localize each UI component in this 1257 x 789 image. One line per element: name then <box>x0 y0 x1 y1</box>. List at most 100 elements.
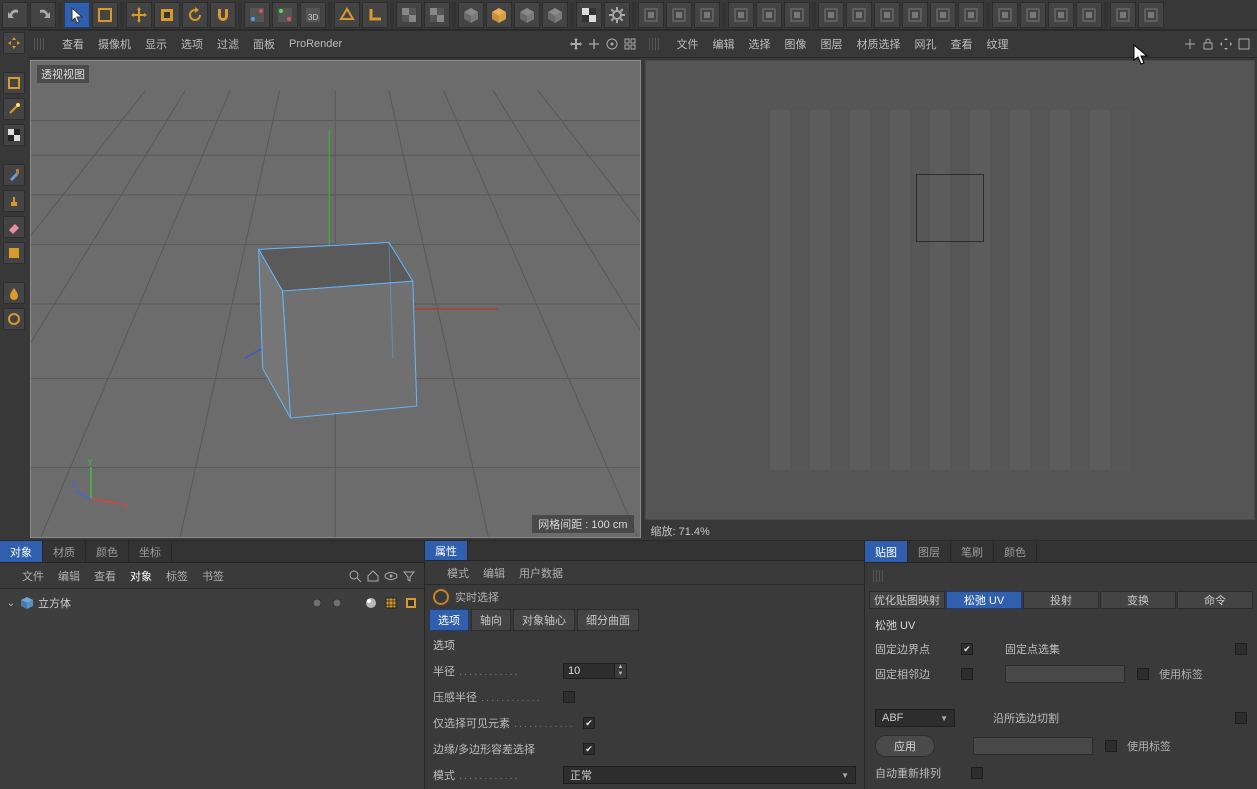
nav-layout-icon[interactable] <box>623 37 637 51</box>
tolerant-checkbox[interactable] <box>583 743 595 755</box>
vis-render-dot-icon[interactable] <box>330 596 344 610</box>
attr-tab-objaxis[interactable]: 对象轴心 <box>513 609 575 631</box>
uv-subtab-optimize[interactable]: 优化贴图映射 <box>869 591 945 609</box>
uv-tab-texture[interactable]: 贴图 <box>865 541 908 562</box>
obj-menu[interactable]: 编辑 <box>58 568 80 584</box>
home-icon[interactable] <box>366 569 380 583</box>
uv-tab-colors[interactable]: 颜色 <box>994 541 1037 562</box>
checker-button[interactable] <box>576 2 602 28</box>
sq4-button[interactable] <box>728 2 754 28</box>
viewport-3d[interactable]: 透视视图 <box>30 60 641 538</box>
wand-tool[interactable] <box>3 98 25 120</box>
cube-active-button[interactable] <box>486 2 512 28</box>
grid2-button[interactable] <box>1020 2 1046 28</box>
obj-menu[interactable]: 标签 <box>166 568 188 584</box>
plane-button[interactable] <box>334 2 360 28</box>
vis-editor-dot-icon[interactable] <box>310 596 324 610</box>
tree-row[interactable]: ⌄ 立方体 <box>6 593 418 613</box>
sq5-button[interactable] <box>756 2 782 28</box>
uv-subtab-project[interactable]: 投射 <box>1023 591 1099 609</box>
uv-lock-icon[interactable] <box>1201 37 1215 51</box>
warp3-button[interactable] <box>874 2 900 28</box>
uv-subtab-relax[interactable]: 松弛 UV <box>946 591 1022 609</box>
uv-menu[interactable]: 材质选择 <box>857 36 901 52</box>
eraser-tool[interactable] <box>3 216 25 238</box>
grid4-button[interactable] <box>1076 2 1102 28</box>
uv-menu[interactable]: 图层 <box>821 36 843 52</box>
add-node-tool[interactable] <box>3 32 25 54</box>
redo-button[interactable] <box>30 2 56 28</box>
attr-menu[interactable]: 模式 <box>447 565 469 581</box>
sq2-button[interactable] <box>666 2 692 28</box>
vp-menu[interactable]: 过滤 <box>217 36 239 52</box>
fixborder-checkbox[interactable] <box>961 643 973 655</box>
magnet-button[interactable] <box>210 2 236 28</box>
object-name[interactable]: 立方体 <box>38 595 71 611</box>
stamp-tool[interactable] <box>3 190 25 212</box>
circle1-button[interactable] <box>1110 2 1136 28</box>
obj-menu[interactable]: 查看 <box>94 568 116 584</box>
axis-xy-button[interactable] <box>244 2 270 28</box>
frame-button[interactable] <box>92 2 118 28</box>
uv-menu[interactable]: 选择 <box>749 36 771 52</box>
grid3-button[interactable] <box>1048 2 1074 28</box>
warp1-button[interactable] <box>818 2 844 28</box>
vp-menu[interactable]: 选项 <box>181 36 203 52</box>
uv-move-icon[interactable] <box>1219 37 1233 51</box>
uvw-tag-icon[interactable] <box>384 596 398 610</box>
uv-subtab-commands[interactable]: 命令 <box>1177 591 1253 609</box>
drop-tool[interactable] <box>3 282 25 304</box>
phong-tag-icon[interactable] <box>364 596 378 610</box>
cube-a-button[interactable] <box>458 2 484 28</box>
apply-button[interactable]: 应用 <box>875 735 935 757</box>
attr-menu[interactable]: 编辑 <box>483 565 505 581</box>
pointsel-field[interactable] <box>1005 665 1125 683</box>
checker-tool[interactable] <box>3 124 25 146</box>
usetag1-checkbox[interactable] <box>1137 668 1149 680</box>
rect-tool[interactable] <box>3 72 25 94</box>
fixadj-checkbox[interactable] <box>961 668 973 680</box>
circle2-button[interactable] <box>1138 2 1164 28</box>
uv-tab-layers[interactable]: 图层 <box>908 541 951 562</box>
obj-menu[interactable]: 文件 <box>22 568 44 584</box>
vp-menu[interactable]: 查看 <box>62 36 84 52</box>
expand-icon[interactable]: ⌄ <box>6 598 16 609</box>
attr-menu[interactable]: 用户数据 <box>519 565 563 581</box>
spinner-icon[interactable]: ▲▼ <box>615 663 627 679</box>
radius-input[interactable]: ▲▼ <box>563 663 627 679</box>
warp5-button[interactable] <box>930 2 956 28</box>
axis-xz-button[interactable] <box>272 2 298 28</box>
rotate-button[interactable] <box>182 2 208 28</box>
nav-orbit-icon[interactable] <box>605 37 619 51</box>
object-tree[interactable]: ⌄ 立方体 <box>0 589 424 789</box>
fixpoint-checkbox[interactable] <box>1235 643 1247 655</box>
attr-tab-sds[interactable]: 细分曲面 <box>577 609 639 631</box>
tab-materials[interactable]: 材质 <box>43 541 86 562</box>
uv-menu[interactable]: 网孔 <box>915 36 937 52</box>
attr-tab-axis[interactable]: 轴向 <box>471 609 511 631</box>
attr-tab-options[interactable]: 选项 <box>429 609 469 631</box>
radius-value[interactable] <box>563 663 615 679</box>
viewport-uv[interactable] <box>645 60 1256 520</box>
uv-menu[interactable]: 文件 <box>677 36 699 52</box>
gear-button[interactable] <box>604 2 630 28</box>
cursor-button[interactable] <box>64 2 90 28</box>
uv-menu[interactable]: 图像 <box>785 36 807 52</box>
obj-menu[interactable]: 书签 <box>202 568 224 584</box>
alongsel-checkbox[interactable] <box>1235 712 1247 724</box>
sq-tool[interactable] <box>3 242 25 264</box>
pressure-checkbox[interactable] <box>563 691 575 703</box>
axis-3d-button[interactable]: 3D <box>300 2 326 28</box>
visibleonly-checkbox[interactable] <box>583 717 595 729</box>
sq3-button[interactable] <box>694 2 720 28</box>
mode-select[interactable]: 正常 ▼ <box>563 766 856 784</box>
circ-tool[interactable] <box>3 308 25 330</box>
l-shape-button[interactable] <box>362 2 388 28</box>
cube-b-button[interactable] <box>514 2 540 28</box>
warp2-button[interactable] <box>846 2 872 28</box>
tab-objects[interactable]: 对象 <box>0 541 43 562</box>
sq1-button[interactable] <box>638 2 664 28</box>
warp4-button[interactable] <box>902 2 928 28</box>
brush-tool[interactable] <box>3 164 25 186</box>
grid1-button[interactable] <box>992 2 1018 28</box>
